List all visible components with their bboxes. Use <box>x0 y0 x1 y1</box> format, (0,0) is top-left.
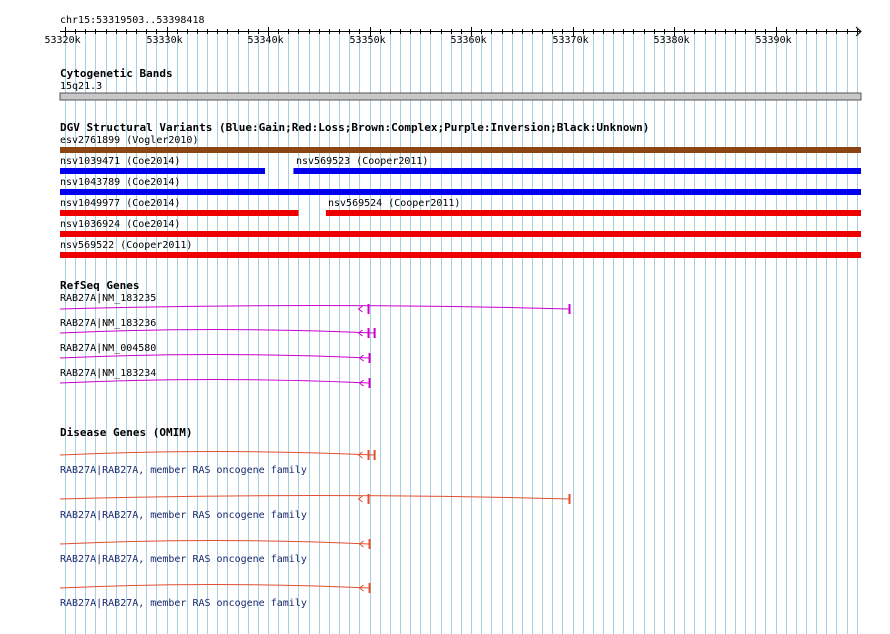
dgv-variant-bar <box>60 210 299 216</box>
cytoband-bar <box>59 92 862 101</box>
dgv-feature-label[interactable]: nsv1043789 (Coe2014) <box>60 177 180 188</box>
ruler-tick-label: 53320k <box>44 35 81 46</box>
genome-browser-view: chr15:53319503..53398418 53320k 53330k 533… <box>0 0 890 634</box>
ruler-tick-label: 53350k <box>349 35 386 46</box>
ruler-tick-label: 53360k <box>450 35 487 46</box>
dgv-variant-bar <box>293 168 861 174</box>
dgv-variant-bar <box>60 252 861 258</box>
omim-gene-label[interactable]: RAB27A|RAB27A, member RAS oncogene famil… <box>60 598 307 609</box>
refseq-exon-mark <box>367 304 370 314</box>
dgv-variant-bar <box>60 147 861 153</box>
region-label: chr15:53319503..53398418 <box>60 15 205 26</box>
dgv-feature-label[interactable]: nsv569522 (Cooper2011) <box>60 240 192 251</box>
dgv-variant-bar <box>60 189 861 195</box>
dgv-variant-bar <box>60 231 861 237</box>
omim-exon-mark <box>373 450 376 460</box>
ruler-tick-label: 53330k <box>146 35 183 46</box>
omim-exon-mark <box>568 494 571 504</box>
cytoband-track-title: Cytogenetic Bands <box>60 67 173 80</box>
refseq-exon-mark <box>367 328 370 338</box>
refseq-transcript-label[interactable]: RAB27A|NM_004580 <box>60 343 156 354</box>
omim-gene-label[interactable]: RAB27A|RAB27A, member RAS oncogene famil… <box>60 510 307 521</box>
omim-exon-mark <box>367 494 370 504</box>
dgv-feature-label[interactable]: nsv569523 (Cooper2011) <box>296 156 428 167</box>
omim-gene-label[interactable]: RAB27A|RAB27A, member RAS oncogene famil… <box>60 554 307 565</box>
dgv-track-title: DGV Structural Variants (Blue:Gain;Red:L… <box>60 121 650 134</box>
omim-track-title: Disease Genes (OMIM) <box>60 426 193 439</box>
refseq-exon-mark <box>368 353 371 363</box>
dgv-feature-label[interactable]: nsv569524 (Cooper2011) <box>328 198 460 209</box>
refseq-transcript-label[interactable]: RAB27A|NM_183234 <box>60 368 156 379</box>
cytoband-label: 15q21.3 <box>60 81 103 92</box>
ruler-tick-label: 53390k <box>755 35 792 46</box>
omim-exon-mark <box>367 450 370 460</box>
refseq-exon-mark <box>568 304 571 314</box>
dgv-variant-bar <box>60 168 266 174</box>
dgv-variant-bar <box>325 210 861 216</box>
omim-gene-label[interactable]: RAB27A|RAB27A, member RAS oncogene famil… <box>60 465 307 476</box>
dgv-feature-label[interactable]: nsv1036924 (Coe2014) <box>60 219 180 230</box>
refseq-transcript-label[interactable]: RAB27A|NM_183235 <box>60 293 156 304</box>
track-canvas <box>59 26 862 634</box>
dgv-feature-label[interactable]: esv2761899 (Vogler2010) <box>60 135 198 146</box>
ruler-tick-label: 53340k <box>247 35 284 46</box>
dgv-feature-label[interactable]: nsv1039471 (Coe2014) <box>60 156 180 167</box>
dgv-feature-label[interactable]: nsv1049977 (Coe2014) <box>60 198 180 209</box>
refseq-transcript-label[interactable]: RAB27A|NM_183236 <box>60 318 156 329</box>
ruler-tick-label: 53380k <box>653 35 690 46</box>
omim-exon-mark <box>368 583 371 593</box>
ruler-tick-label: 53370k <box>552 35 589 46</box>
omim-exon-mark <box>368 539 371 549</box>
refseq-exon-mark <box>368 378 371 388</box>
refseq-track-title: RefSeq Genes <box>60 279 140 292</box>
refseq-exon-mark <box>373 328 376 338</box>
